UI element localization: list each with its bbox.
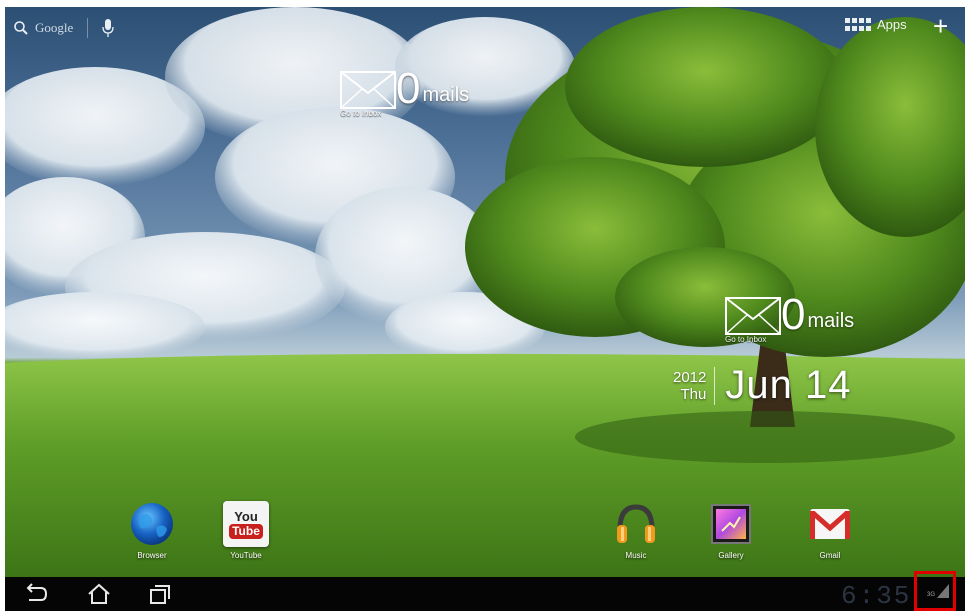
dock-app-label: Gmail: [819, 551, 841, 560]
microphone-icon[interactable]: [102, 18, 114, 38]
back-icon: [26, 583, 48, 601]
status-clock[interactable]: 6:35: [841, 581, 911, 611]
add-widget-button[interactable]: +: [933, 13, 948, 39]
search-icon: [14, 21, 28, 35]
gmail-icon: [810, 509, 850, 539]
apps-grid-icon: [845, 17, 871, 31]
status-icons-area[interactable]: 3G: [914, 571, 956, 611]
youtube-icon-top: You: [234, 508, 258, 524]
go-to-inbox-link[interactable]: Go to Inbox: [340, 109, 381, 118]
dock-app-browser[interactable]: Browser: [122, 501, 182, 560]
system-bar: 6:35: [5, 577, 965, 611]
home-button[interactable]: [85, 583, 113, 605]
year-label: 2012: [673, 368, 707, 386]
status-icons: 3G: [927, 584, 950, 598]
clouds: [5, 7, 575, 362]
home-icon: [88, 583, 110, 604]
signal-strength-icon: [937, 584, 950, 598]
envelope-icon: [340, 71, 396, 109]
mail-unit: mails: [807, 310, 855, 332]
youtube-icon: You Tube: [223, 501, 269, 547]
apps-button[interactable]: Apps: [845, 17, 907, 32]
mail-widget[interactable]: 0 mails Go to Inbox: [725, 290, 855, 344]
wallpaper: [5, 7, 965, 577]
envelope-icon: [725, 297, 781, 335]
youtube-icon-bottom: Tube: [229, 523, 263, 539]
date-widget[interactable]: 2012 Thu Jun 14: [673, 363, 851, 408]
apps-label: Apps: [877, 17, 907, 32]
home-screen: Google Apps + 0 mails Go to Inbox 0 mail…: [5, 7, 965, 611]
dock-app-label: Browser: [137, 551, 167, 560]
dock-app-gmail[interactable]: Gmail: [800, 501, 860, 560]
date-divider: [714, 366, 716, 405]
network-type-label: 3G: [927, 592, 936, 598]
mail-count: 0: [781, 290, 806, 339]
back-button[interactable]: [21, 583, 49, 605]
mail-widget[interactable]: 0 mails Go to Inbox: [340, 64, 470, 118]
google-search-bar[interactable]: Google: [13, 16, 114, 40]
recent-apps-icon: [150, 585, 170, 604]
month-day-label: Jun 14: [725, 363, 852, 407]
globe-icon: [131, 503, 173, 545]
year-weekday: 2012 Thu: [673, 369, 706, 403]
headphones-icon: [617, 504, 655, 543]
mail-count: 0: [396, 64, 421, 113]
dock-app-label: YouTube: [230, 551, 262, 560]
search-label: Google: [35, 20, 74, 35]
go-to-inbox-link[interactable]: Go to Inbox: [725, 335, 766, 344]
search-divider: [87, 18, 89, 38]
dock-app-label: Gallery: [718, 551, 744, 560]
mail-unit: mails: [422, 84, 470, 106]
weekday-label: Thu: [680, 385, 707, 403]
dock-app-youtube[interactable]: You Tube YouTube: [216, 501, 276, 560]
dock-app-music[interactable]: Music: [606, 501, 666, 560]
gallery-icon: [711, 504, 751, 544]
dock-app-gallery[interactable]: Gallery: [701, 501, 761, 560]
dock-app-label: Music: [625, 551, 647, 560]
recent-apps-button[interactable]: [146, 583, 174, 605]
